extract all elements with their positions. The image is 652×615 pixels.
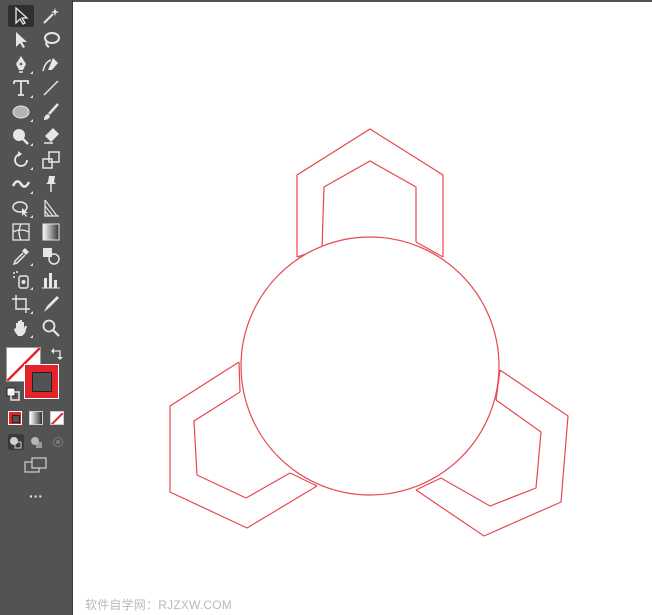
swap-fill-stroke-icon[interactable] [50, 347, 64, 361]
puppet-warp-tool[interactable] [38, 173, 64, 195]
gradient-mode-icon[interactable] [29, 411, 43, 425]
selection-tool[interactable] [8, 5, 34, 27]
warp-tool[interactable] [8, 173, 34, 195]
blend-tool[interactable] [38, 245, 64, 267]
type-tool[interactable] [8, 77, 34, 99]
pen-icon [16, 56, 26, 73]
line-segment-icon [43, 80, 59, 96]
hand-icon [14, 320, 27, 336]
slice-icon [44, 296, 59, 312]
change-screen-mode-icon[interactable] [24, 457, 48, 475]
tool-group-indicator [30, 95, 33, 98]
default-fill-stroke-icon[interactable] [6, 387, 20, 401]
blend-icon [43, 248, 60, 265]
shape-builder-tool[interactable] [8, 197, 34, 219]
rotate-tool[interactable] [8, 149, 34, 171]
tool-group-indicator [30, 287, 33, 290]
shaper-icon [13, 129, 29, 145]
line-segment-tool[interactable] [38, 77, 64, 99]
stroke-swatch[interactable] [24, 364, 59, 399]
tool-group-indicator [30, 167, 33, 170]
symbol-sprayer-icon [13, 271, 29, 289]
lasso-tool[interactable] [38, 29, 64, 51]
draw-inside-icon[interactable] [50, 434, 66, 450]
stroke-swatch-center [32, 372, 52, 392]
magic-wand-tool[interactable] [38, 5, 64, 27]
tool-group-indicator [30, 263, 33, 266]
slice-tool[interactable] [38, 293, 64, 315]
direct-selection-icon [16, 32, 27, 48]
color-icon [12, 415, 20, 423]
shape-builder-icon [12, 201, 28, 217]
pen-tool[interactable] [8, 53, 34, 75]
selection-icon [15, 6, 29, 25]
tool-group-indicator [30, 311, 33, 314]
curvature-tool[interactable] [38, 53, 64, 75]
tool-group-indicator [30, 71, 33, 74]
scale-tool[interactable] [38, 149, 64, 171]
rotate-icon [14, 151, 28, 167]
ellipse-icon [12, 105, 30, 119]
zoom-tool[interactable] [38, 317, 64, 339]
watermark-text: 软件自学网：RJZXW.COM [85, 598, 232, 612]
eraser-tool[interactable] [38, 125, 64, 147]
gradient-icon [42, 223, 60, 241]
ellipse-tool[interactable] [8, 101, 34, 123]
artboard-tool[interactable] [8, 293, 34, 315]
center-circle [240, 236, 500, 496]
direct-selection-tool[interactable] [8, 29, 34, 51]
type-icon [13, 80, 29, 96]
eraser-icon [44, 128, 59, 144]
artboard-icon [12, 295, 30, 313]
draw-normal-icon[interactable] [8, 434, 24, 450]
eyedropper-tool[interactable] [8, 245, 34, 267]
gradient-tool[interactable] [38, 221, 64, 243]
draw-behind-icon[interactable] [29, 434, 45, 450]
paintbrush-icon [44, 103, 59, 120]
tool-group-indicator [30, 143, 33, 146]
tool-group-indicator [30, 191, 33, 194]
tool-group-indicator [30, 335, 33, 338]
lasso-icon [44, 32, 60, 48]
puppet-warp-icon [46, 176, 56, 192]
artboard-canvas[interactable] [74, 2, 652, 615]
perspective-grid-icon [44, 199, 59, 217]
column-graph-icon [42, 273, 60, 289]
perspective-grid-tool[interactable] [38, 197, 64, 219]
tool-group-indicator [30, 215, 33, 218]
shaper-tool[interactable] [8, 125, 34, 147]
hand-tool[interactable] [8, 317, 34, 339]
mesh-icon [12, 223, 30, 241]
tool-group-indicator [30, 119, 33, 122]
symbol-sprayer-tool[interactable] [8, 269, 34, 291]
paintbrush-tool[interactable] [38, 101, 64, 123]
magic-wand-icon [43, 8, 59, 24]
edit-toolbar-button[interactable]: ··· [20, 489, 52, 503]
column-graph-tool[interactable] [38, 269, 64, 291]
tools-panel: ··· [0, 0, 73, 615]
none-slash-icon [51, 412, 63, 424]
scale-icon [42, 151, 60, 169]
zoom-icon [42, 319, 60, 337]
warp-icon [11, 180, 31, 188]
mesh-tool[interactable] [8, 221, 34, 243]
none-icon[interactable] [50, 411, 64, 425]
eyedropper-icon [12, 248, 29, 266]
curvature-icon [42, 58, 58, 72]
color-mode-button[interactable] [8, 411, 22, 425]
